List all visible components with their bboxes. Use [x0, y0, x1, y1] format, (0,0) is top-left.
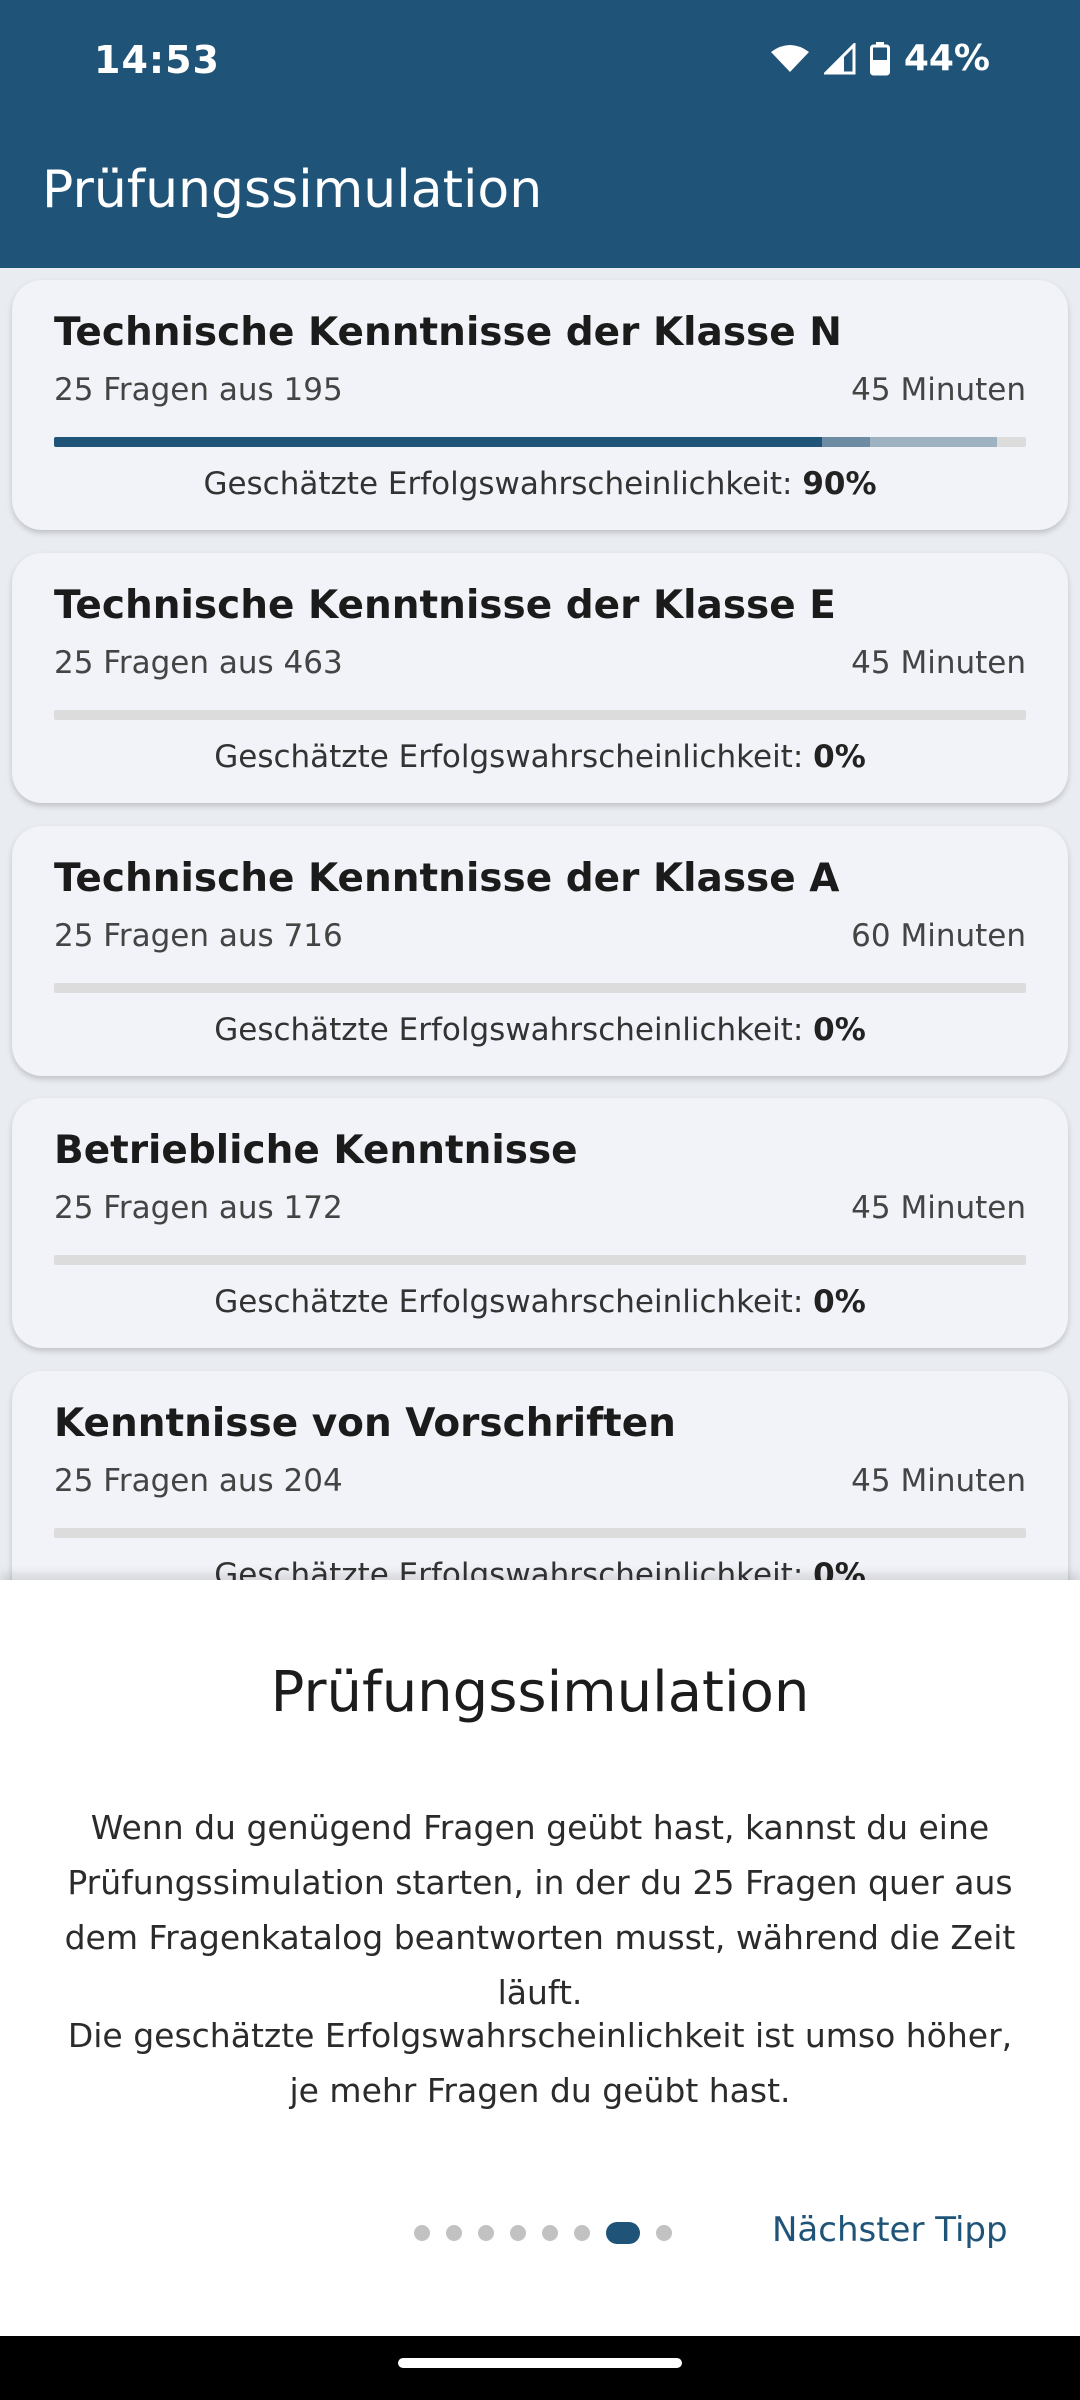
- exam-card-betriebliche[interactable]: Betriebliche Kenntnisse 25 Fragen aus 17…: [12, 1098, 1068, 1348]
- exam-card-klasse-e[interactable]: Technische Kenntnisse der Klasse E 25 Fr…: [12, 553, 1068, 803]
- probability-value: 0%: [813, 1284, 866, 1320]
- progress-bar: [54, 1255, 1026, 1265]
- card-title: Betriebliche Kenntnisse: [54, 1128, 578, 1173]
- page-dot: [414, 2225, 430, 2241]
- progress-bar: [54, 1528, 1026, 1538]
- success-probability: Geschätzte Erfolgswahrscheinlichkeit: 0%: [12, 739, 1068, 775]
- cell-signal-icon: [823, 42, 856, 75]
- card-duration: 60 Minuten: [851, 918, 1026, 954]
- system-nav-bar: [0, 2336, 1080, 2400]
- card-duration: 45 Minuten: [851, 372, 1026, 408]
- progress-segment: [870, 437, 997, 447]
- progress-bar: [54, 437, 1026, 447]
- battery-icon: [869, 41, 890, 76]
- page-dot: [656, 2225, 672, 2241]
- exam-list[interactable]: Technische Kenntnisse der Klasse N 25 Fr…: [0, 268, 1080, 1580]
- card-duration: 45 Minuten: [851, 1190, 1026, 1226]
- probability-value: 0%: [813, 1557, 866, 1580]
- page-dot: [542, 2225, 558, 2241]
- card-question-count: 25 Fragen aus 716: [54, 918, 343, 954]
- progress-segment: [821, 437, 871, 447]
- card-question-count: 25 Fragen aus 195: [54, 372, 343, 408]
- card-question-count: 25 Fragen aus 204: [54, 1463, 343, 1499]
- sheet-paragraph-1: Wenn du genügend Fragen geübt hast, kann…: [64, 1808, 1016, 2012]
- status-time: 14:53: [94, 38, 220, 82]
- app-bar: 14:53 44% Prüfungssimulation: [0, 0, 1080, 268]
- progress-segment: [54, 437, 822, 447]
- card-title: Technische Kenntnisse der Klasse E: [54, 583, 836, 628]
- card-question-count: 25 Fragen aus 463: [54, 645, 343, 681]
- exam-card-klasse-n[interactable]: Technische Kenntnisse der Klasse N 25 Fr…: [12, 280, 1068, 530]
- sheet-title: Prüfungssimulation: [270, 1660, 810, 1725]
- exam-card-vorschriften[interactable]: Kenntnisse von Vorschriften 25 Fragen au…: [12, 1371, 1068, 1580]
- status-icons: 44%: [770, 38, 990, 79]
- probability-label: Geschätzte Erfolgswahrscheinlichkeit:: [214, 1012, 804, 1048]
- card-title: Technische Kenntnisse der Klasse A: [54, 856, 840, 901]
- wifi-icon: [770, 44, 810, 74]
- probability-label: Geschätzte Erfolgswahrscheinlichkeit:: [214, 1284, 804, 1320]
- page-dot: [510, 2225, 526, 2241]
- card-duration: 45 Minuten: [851, 1463, 1026, 1499]
- battery-percent: 44%: [903, 38, 990, 79]
- page-dot: [446, 2225, 462, 2241]
- progress-bar: [54, 983, 1026, 993]
- success-probability: Geschätzte Erfolgswahrscheinlichkeit: 0%: [12, 1012, 1068, 1048]
- card-question-count: 25 Fragen aus 172: [54, 1190, 343, 1226]
- progress-bar: [54, 710, 1026, 720]
- page-dot: [606, 2222, 640, 2244]
- success-probability: Geschätzte Erfolgswahrscheinlichkeit: 0%: [12, 1557, 1068, 1580]
- exam-card-klasse-a[interactable]: Technische Kenntnisse der Klasse A 25 Fr…: [12, 826, 1068, 1076]
- success-probability: Geschätzte Erfolgswahrscheinlichkeit: 90…: [12, 466, 1068, 502]
- sheet-paragraph-2: Die geschätzte Erfolgswahrscheinlichkeit…: [67, 2016, 1013, 2110]
- probability-value: 0%: [813, 739, 866, 775]
- success-probability: Geschätzte Erfolgswahrscheinlichkeit: 0%: [12, 1284, 1068, 1320]
- home-gesture-handle[interactable]: [398, 2358, 682, 2368]
- probability-label: Geschätzte Erfolgswahrscheinlichkeit:: [203, 466, 793, 502]
- probability-value: 0%: [813, 1012, 866, 1048]
- page-dot: [478, 2225, 494, 2241]
- next-tip-button[interactable]: Nächster Tipp: [772, 2210, 1008, 2250]
- card-title: Technische Kenntnisse der Klasse N: [54, 310, 842, 355]
- probability-value: 90%: [802, 466, 877, 502]
- card-title: Kenntnisse von Vorschriften: [54, 1401, 676, 1446]
- tip-bottom-sheet: Prüfungssimulation Wenn du genügend Frag…: [0, 1580, 1080, 2336]
- page-dot: [574, 2225, 590, 2241]
- page-title: Prüfungssimulation: [42, 160, 543, 220]
- probability-label: Geschätzte Erfolgswahrscheinlichkeit:: [214, 1557, 804, 1580]
- card-duration: 45 Minuten: [851, 645, 1026, 681]
- page-indicator: [414, 2222, 672, 2244]
- probability-label: Geschätzte Erfolgswahrscheinlichkeit:: [214, 739, 804, 775]
